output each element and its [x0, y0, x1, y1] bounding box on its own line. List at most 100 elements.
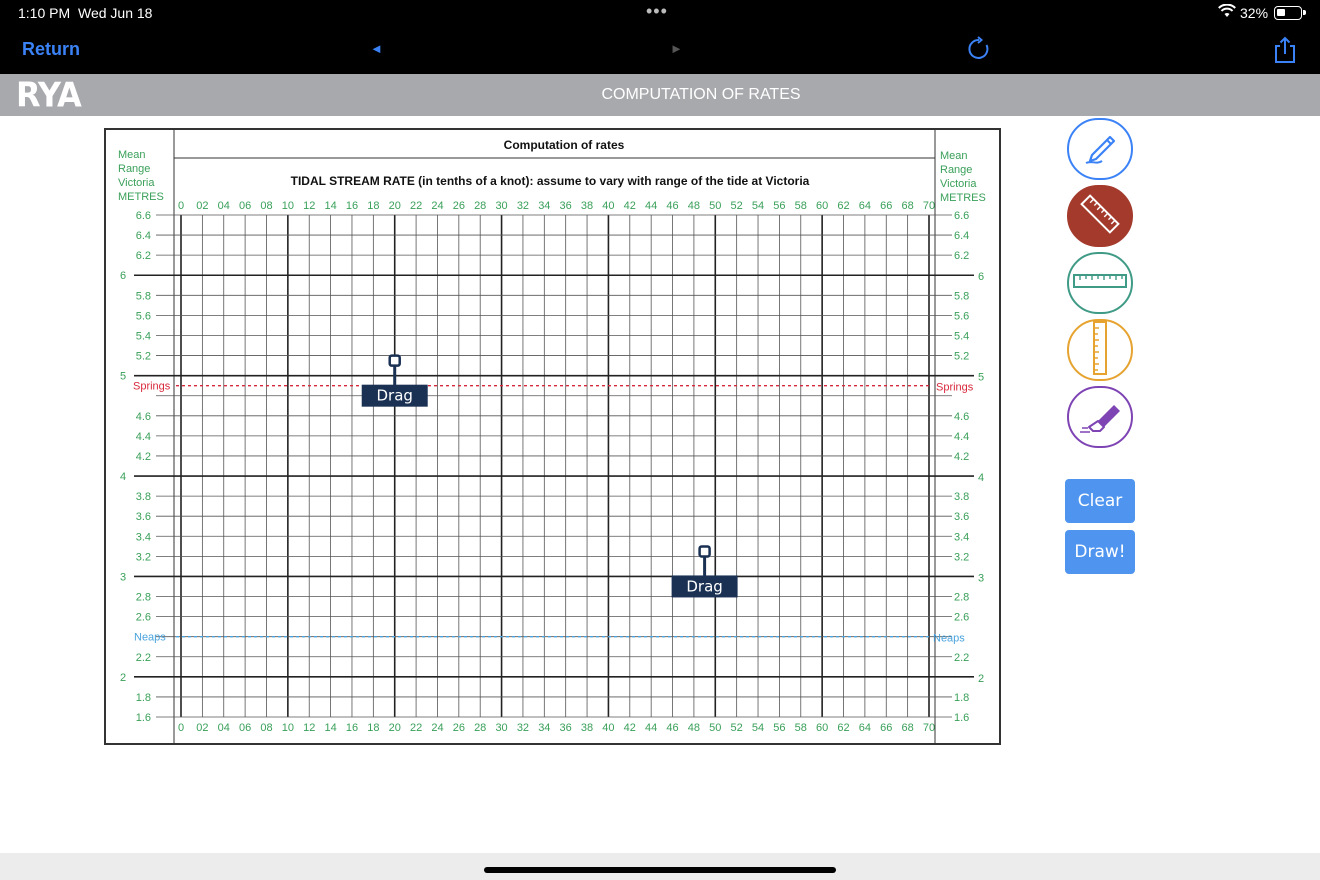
nav-bar: Return ◄ ► — [0, 26, 1320, 74]
page-title: COMPUTATION OF RATES — [601, 86, 801, 103]
x-tick-label-bottom: 26 — [453, 722, 465, 734]
diagonal-ruler-tool-button[interactable] — [1067, 185, 1133, 247]
y-tick-label-left: 5.2 — [136, 351, 151, 363]
neaps-label-right: Neaps — [933, 633, 965, 645]
y-tick-label-right: 5.2 — [954, 351, 969, 363]
x-tick-label-bottom: 46 — [666, 722, 678, 734]
pencil-tool-button[interactable] — [1067, 118, 1133, 180]
x-tick-label-bottom: 30 — [495, 722, 507, 734]
x-tick-label-top: 08 — [260, 200, 272, 212]
x-tick-label-top: 24 — [431, 200, 443, 212]
y-tick-label-left: 2.8 — [136, 592, 151, 604]
wifi-icon — [1218, 3, 1236, 21]
x-tick-label-top: 14 — [324, 200, 336, 212]
y-tick-label-left: 3 — [120, 571, 126, 583]
x-tick-label-top: 04 — [218, 200, 230, 212]
x-tick-label-top: 68 — [902, 200, 914, 212]
y-tick-label-right: 2.6 — [954, 612, 969, 624]
y-tick-label-left: 3.6 — [136, 511, 151, 523]
x-tick-label-top: 28 — [474, 200, 486, 212]
y-tick-label-right: 1.6 — [954, 712, 969, 724]
draw-button[interactable]: Draw! — [1065, 530, 1135, 574]
x-tick-label-bottom: 58 — [795, 722, 807, 734]
x-tick-label-bottom: 24 — [431, 722, 443, 734]
right-axis-title-line: Range — [940, 164, 972, 176]
vertical-ruler-tool-button[interactable] — [1067, 319, 1133, 381]
reload-icon[interactable] — [966, 36, 992, 67]
y-tick-label-left: 5.4 — [136, 330, 151, 342]
y-tick-label-left: 4.2 — [136, 451, 151, 463]
x-tick-label-top: 34 — [538, 200, 550, 212]
y-tick-label-right: 3 — [978, 572, 984, 584]
y-tick-label-left: 6 — [120, 270, 126, 282]
back-arrow-icon[interactable]: ◄ — [370, 41, 383, 56]
x-tick-label-top: 18 — [367, 200, 379, 212]
home-indicator[interactable] — [484, 867, 836, 873]
drag-handle[interactable]: Drag — [671, 545, 738, 598]
x-tick-label-bottom: 22 — [410, 722, 422, 734]
x-tick-label-top: 64 — [859, 200, 871, 212]
y-tick-label-right: 4.4 — [954, 431, 969, 443]
drag-handle-label[interactable]: Drag — [686, 577, 722, 595]
y-tick-label-left: 5.6 — [136, 310, 151, 322]
neaps-label-left: Neaps — [134, 632, 166, 644]
x-tick-label-top: 46 — [666, 200, 678, 212]
eraser-tool-button[interactable] — [1067, 386, 1133, 448]
return-button[interactable]: Return — [22, 39, 80, 60]
x-tick-label-bottom: 18 — [367, 722, 379, 734]
eraser-icon — [1078, 395, 1122, 440]
drag-handle-knob[interactable] — [698, 545, 711, 558]
y-tick-label-right: 2.8 — [954, 592, 969, 604]
y-tick-label-left: 6.4 — [136, 230, 151, 242]
diagonal-ruler-icon — [1077, 191, 1123, 242]
y-tick-label-right: 3.8 — [954, 491, 969, 503]
y-tick-label-right: 5.6 — [954, 310, 969, 322]
app-header: RYA COMPUTATION OF RATES — [0, 74, 1320, 116]
x-tick-label-bottom: 66 — [880, 722, 892, 734]
battery-percent: 32% — [1240, 5, 1269, 21]
x-tick-label-top: 06 — [239, 200, 251, 212]
x-tick-label-bottom: 56 — [773, 722, 785, 734]
x-tick-label-top: 70 — [923, 200, 935, 212]
drag-handle[interactable]: Drag — [361, 354, 428, 407]
drag-handle-label[interactable]: Drag — [376, 387, 412, 405]
y-tick-label-left: 5.8 — [136, 290, 151, 302]
y-tick-label-left: 2 — [120, 672, 126, 684]
x-tick-label-bottom: 60 — [816, 722, 828, 734]
x-tick-label-top: 36 — [560, 200, 572, 212]
x-tick-label-bottom: 48 — [688, 722, 700, 734]
springs-label-left: Springs — [133, 381, 171, 393]
clear-button[interactable]: Clear — [1065, 479, 1135, 523]
x-tick-label-top: 30 — [495, 200, 507, 212]
x-tick-label-bottom: 64 — [859, 722, 871, 734]
x-tick-label-top: 44 — [645, 200, 657, 212]
x-tick-label-bottom: 54 — [752, 722, 764, 734]
x-tick-label-bottom: 08 — [260, 722, 272, 734]
y-tick-label-left: 4.6 — [136, 411, 151, 423]
springs-label-right: Springs — [936, 382, 974, 394]
x-tick-label-bottom: 14 — [324, 722, 336, 734]
x-tick-label-top: 12 — [303, 200, 315, 212]
x-tick-label-top: 42 — [624, 200, 636, 212]
share-icon[interactable] — [1272, 36, 1298, 69]
multitask-dots[interactable]: ••• — [646, 1, 668, 22]
vertical-ruler-icon — [1090, 320, 1110, 381]
y-tick-label-left: 1.6 — [136, 712, 151, 724]
horizontal-ruler-tool-button[interactable] — [1067, 252, 1133, 314]
x-tick-label-bottom: 02 — [196, 722, 208, 734]
drag-handle-knob[interactable] — [388, 354, 401, 367]
y-tick-label-left: 2.6 — [136, 612, 151, 624]
y-tick-label-left: 2.2 — [136, 652, 151, 664]
y-tick-label-left: 3.4 — [136, 531, 151, 543]
y-tick-label-right: 1.8 — [954, 692, 969, 704]
x-tick-label-top: 02 — [196, 200, 208, 212]
x-tick-label-bottom: 34 — [538, 722, 550, 734]
right-axis-title-line: Victoria — [940, 178, 977, 190]
x-tick-label-bottom: 04 — [218, 722, 230, 734]
forward-arrow-icon: ► — [670, 41, 683, 56]
y-tick-label-left: 6.2 — [136, 250, 151, 262]
x-tick-label-bottom: 10 — [282, 722, 294, 734]
x-tick-label-bottom: 36 — [560, 722, 572, 734]
x-tick-label-top: 20 — [389, 200, 401, 212]
y-tick-label-right: 4.2 — [954, 451, 969, 463]
